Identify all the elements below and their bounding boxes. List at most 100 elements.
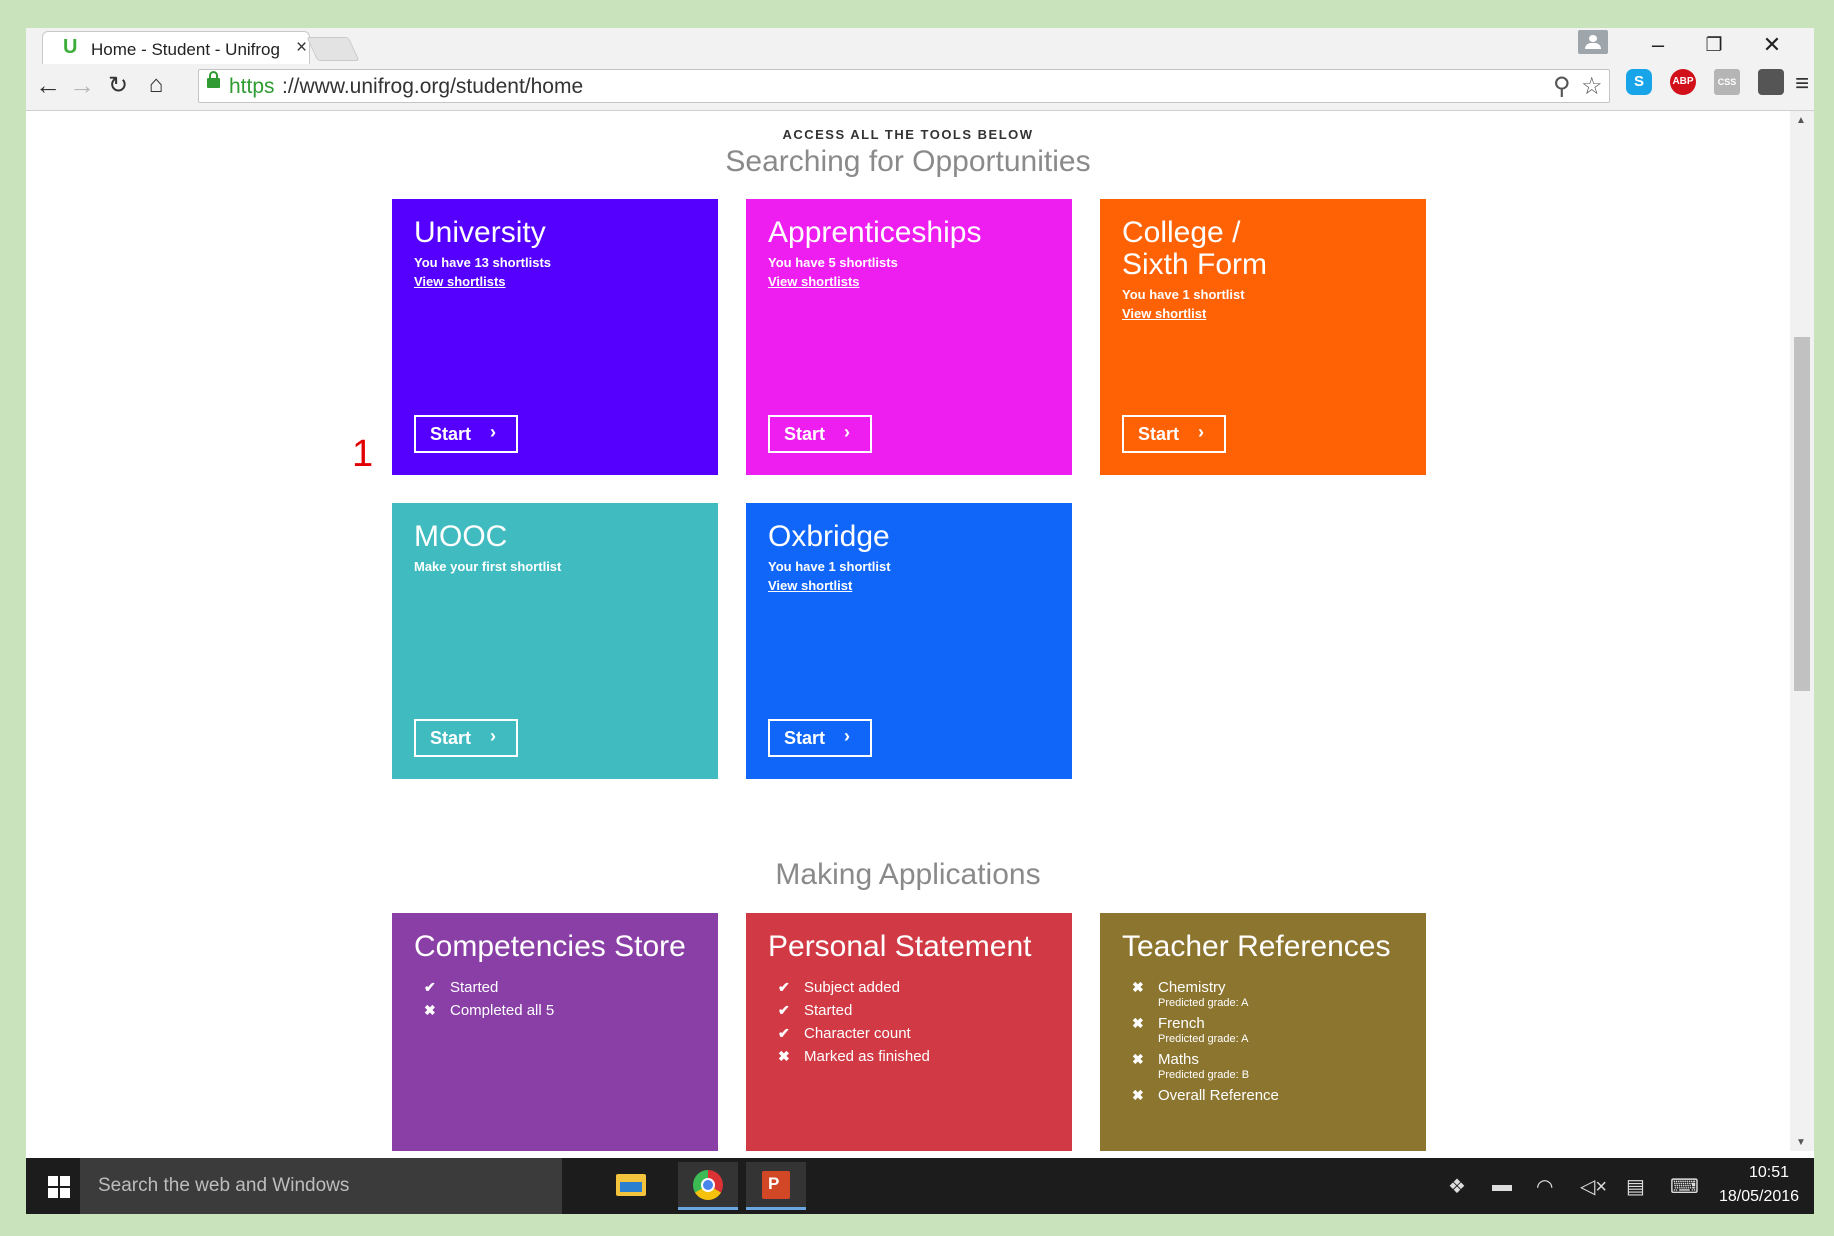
view-shortlists-link[interactable]: View shortlists [414,274,696,289]
tab-title: Home - Student - Unifrog [91,40,280,59]
taskbar-search-box[interactable]: Search the web and Windows [80,1158,562,1214]
view-shortlists-link[interactable]: View shortlists [768,274,1050,289]
checkmark-icon: ✔ [424,979,436,995]
chevron-right-icon: › [1198,422,1204,442]
hamburger-menu-icon[interactable]: ≡ [1792,70,1812,98]
skype-icon[interactable]: S [1626,69,1652,95]
battery-icon[interactable]: ▬ [1492,1174,1512,1197]
checkmark-icon: ✔ [778,1025,790,1041]
tab-close-icon[interactable]: × [296,37,307,59]
checkmark-icon: ✔ [778,979,790,995]
status-label: Chemistry [1158,979,1226,996]
file-explorer-icon[interactable] [600,1162,660,1210]
status-label: Maths [1158,1051,1199,1068]
tile-title: Apprenticeships [768,216,982,249]
step-annotation: 1 [352,433,374,475]
minimize-icon[interactable]: – [1638,32,1678,58]
volume-muted-icon[interactable]: ◁× [1580,1174,1607,1199]
start-label: Start [784,727,826,748]
page-scrollbar[interactable]: ▲ ▼ [1790,111,1814,1151]
clock-date[interactable]: 18/05/2016 [1704,1188,1814,1206]
tile-oxbridge: Oxbridge You have 1 shortlist View short… [746,503,1072,779]
start-button-oxbridge[interactable]: Start › [768,719,872,757]
tile-teacher-references[interactable]: Teacher References ✖ Chemistry Predicted g… [1100,913,1426,1151]
browser-toolbar: ← → ↻ ⌂ https ://www.unifrog.org/student… [26,64,1814,111]
new-tab-button[interactable] [306,37,360,61]
section-title-applications: Making Applications [775,858,1041,891]
tile-title: Personal Statement [768,930,1032,963]
status-item: ✖ Chemistry Predicted grade: A [1132,979,1404,1009]
url-text: ://www.unifrog.org/student/home [282,75,584,98]
status-list: ✔ Subject added ✔ Started ✔ Character count ✖ M… [768,979,1050,1065]
predicted-grade: Predicted grade: A [1158,1033,1249,1045]
status-label: Subject added [804,979,900,996]
clock-time[interactable]: 10:51 [1732,1164,1806,1182]
tile-title: College / Sixth Form [1122,216,1268,281]
status-item: ✔ Started [778,1002,1050,1019]
css-extension-icon[interactable]: CSS [1714,69,1740,95]
tile-competencies-store[interactable]: Competencies Store ✔ Started ✖ Completed al… [392,913,718,1151]
status-label: Overall Reference [1158,1087,1279,1104]
address-bar[interactable]: https ://www.unifrog.org/student/home ⚲ … [198,69,1610,103]
chevron-right-icon: › [844,726,850,746]
status-item: ✖ Completed all 5 [424,1002,696,1019]
window-close-icon[interactable]: ✕ [1752,32,1792,58]
scroll-down-icon[interactable]: ▼ [1796,1137,1806,1148]
wifi-icon[interactable]: ◠ [1536,1174,1553,1199]
scroll-up-icon[interactable]: ▲ [1796,115,1806,126]
star-icon[interactable]: ☆ [1581,72,1603,101]
cross-icon: ✖ [1132,1051,1144,1067]
url-scheme: https [229,75,275,98]
status-label: Completed all 5 [450,1002,555,1019]
checkmark-icon: ✔ [778,1002,790,1018]
tile-college-sixth-form: College / Sixth Form You have 1 shortlis… [1100,199,1426,475]
unifrog-favicon-icon: U [63,36,78,58]
chrome-icon[interactable] [678,1162,738,1210]
status-label: Started [450,979,499,996]
scroll-thumb[interactable] [1794,337,1810,691]
status-item: ✖ French Predicted grade: A [1132,1015,1404,1045]
back-arrow-icon[interactable]: ← [32,70,64,101]
windows-start-icon[interactable] [48,1176,70,1198]
start-button-college[interactable]: Start › [1122,415,1226,453]
chevron-right-icon: › [844,422,850,442]
magnifier-icon[interactable]: ⚲ [1553,72,1571,101]
windows-taskbar: Search the web and Windows P ❖ ▬ ◠ ◁× ▤ … [26,1158,1814,1214]
chevron-right-icon: › [490,726,496,746]
reload-icon[interactable]: ↻ [102,71,134,100]
tile-title: Oxbridge [768,520,890,553]
dropbox-icon[interactable]: ❖ [1448,1174,1466,1199]
notifications-icon[interactable]: ▤ [1626,1174,1645,1199]
browser-tab[interactable]: U Home - Student - Unifrog × [42,31,310,64]
start-label: Start [430,423,472,444]
tile-personal-statement[interactable]: Personal Statement ✔ Subject added ✔ Starte… [746,913,1072,1151]
keyboard-icon[interactable]: ⌨ [1670,1174,1699,1199]
forward-arrow-icon[interactable]: → [66,70,98,101]
tools-kicker: ACCESS ALL THE TOOLS BELOW [782,127,1034,142]
restore-icon[interactable]: ❐ [1694,34,1734,57]
cross-icon: ✖ [1132,979,1144,995]
cross-icon: ✖ [778,1048,790,1064]
adblock-icon[interactable]: ABP [1670,69,1696,95]
tile-mooc: MOOC Make your first shortlist Start › [392,503,718,779]
status-item: ✔ Subject added [778,979,1050,996]
extension-icon[interactable] [1758,69,1784,95]
status-item: ✖ Marked as finished [778,1048,1050,1065]
profile-icon[interactable] [1578,30,1608,54]
view-shortlist-link[interactable]: View shortlist [1122,306,1404,321]
predicted-grade: Predicted grade: A [1158,997,1249,1009]
tile-shortlist-count: You have 1 shortlist [1122,287,1245,302]
taskbar-search-placeholder: Search the web and Windows [98,1175,350,1196]
start-button-mooc[interactable]: Start › [414,719,518,757]
start-button-university[interactable]: Start › [414,415,518,453]
browser-window: U Home - Student - Unifrog × – ❐ ✕ ← → ↻… [26,28,1814,1214]
status-list: ✖ Chemistry Predicted grade: A ✖ French Predi… [1122,979,1404,1104]
view-shortlist-link[interactable]: View shortlist [768,578,1050,593]
section-title-searching: Searching for Opportunities [725,145,1091,178]
start-button-apprenticeships[interactable]: Start › [768,415,872,453]
status-item: ✔ Started [424,979,696,996]
lock-icon [207,71,220,88]
tile-apprenticeships: Apprenticeships You have 5 shortlists Vi… [746,199,1072,475]
powerpoint-icon[interactable]: P [746,1162,806,1210]
home-icon[interactable]: ⌂ [140,71,172,99]
